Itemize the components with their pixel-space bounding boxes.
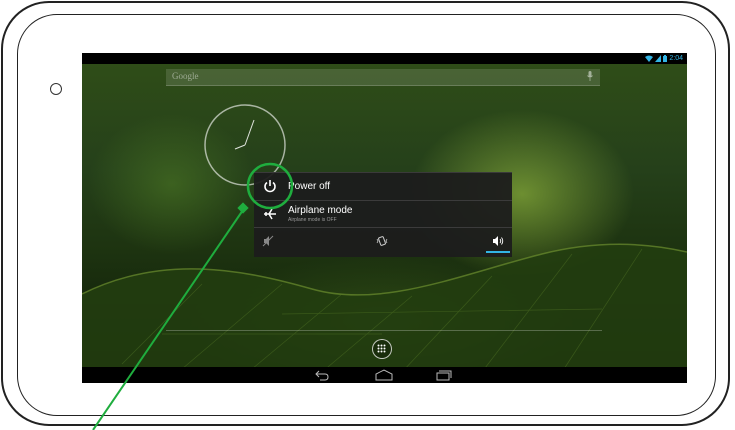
airplane-icon — [264, 208, 276, 220]
power-icon — [264, 180, 276, 193]
signal-icon — [655, 55, 662, 62]
battery-icon — [663, 55, 668, 62]
airplane-mode-status: Airplane mode is OFF — [288, 217, 337, 223]
vibrate-icon[interactable] — [376, 235, 388, 247]
power-off-label: Power off — [288, 181, 331, 192]
airplane-mode-option[interactable]: Airplane mode Airplane mode is OFF — [254, 201, 512, 228]
sound-on-icon[interactable] — [492, 235, 504, 247]
power-off-option[interactable]: Power off — [254, 173, 512, 201]
navigation-bar — [82, 367, 687, 383]
home-icon[interactable] — [375, 369, 393, 381]
mic-icon[interactable] — [587, 71, 593, 81]
all-apps-button[interactable] — [372, 339, 392, 359]
airplane-mode-label: Airplane mode — [288, 205, 353, 216]
power-options-dialog: Power off Airplane mode Airplane mode is… — [254, 172, 512, 257]
tablet-screen: 2:04 Google Power off Airplane mode Airp… — [82, 53, 687, 383]
status-bar: 2:04 — [82, 53, 687, 64]
sound-off-icon[interactable] — [262, 235, 274, 247]
sound-mode-row — [254, 228, 512, 257]
wifi-icon — [645, 55, 654, 62]
active-sound-indicator — [486, 251, 510, 253]
google-search-bar[interactable]: Google — [166, 69, 600, 86]
recents-icon[interactable] — [436, 369, 452, 381]
dock-divider — [166, 330, 602, 331]
front-camera — [50, 83, 62, 95]
back-icon[interactable] — [314, 369, 330, 381]
all-apps-icon — [377, 344, 386, 353]
search-placeholder: Google — [172, 71, 199, 81]
status-icons: 2:04 — [645, 53, 683, 64]
status-time: 2:04 — [669, 55, 683, 62]
